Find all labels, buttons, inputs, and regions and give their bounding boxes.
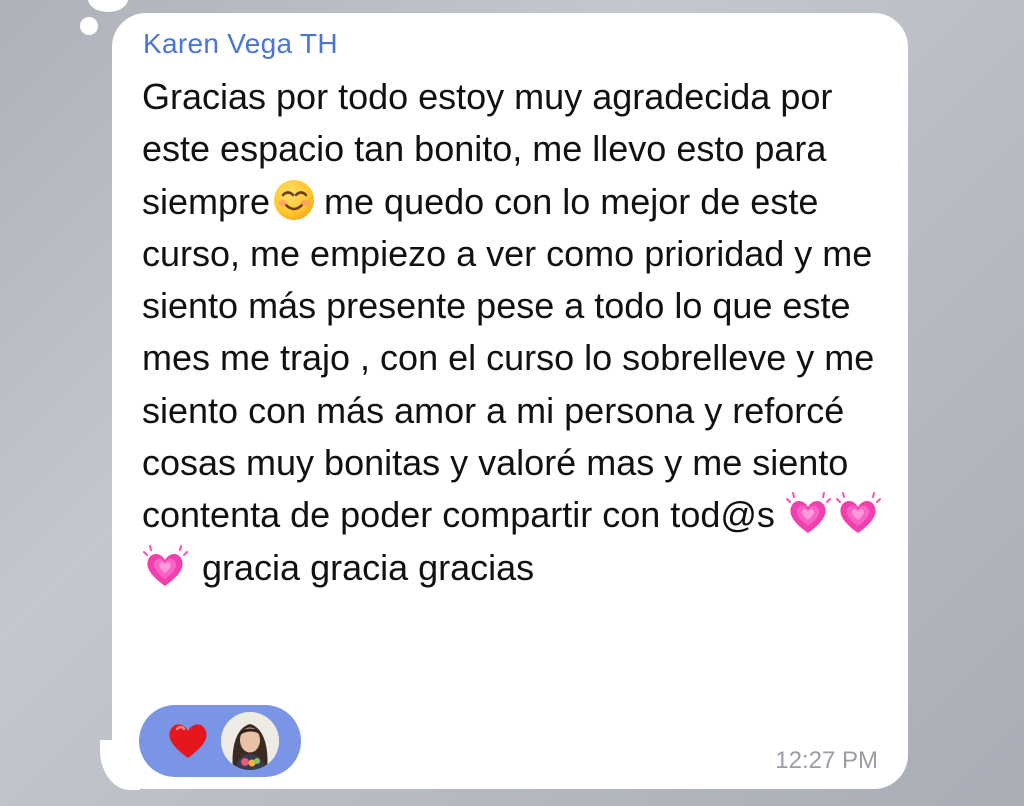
growing-heart-icon xyxy=(785,491,831,537)
growing-heart-icon xyxy=(142,544,188,590)
message-text-part-2: me quedo con lo mejor de este curso, me … xyxy=(142,180,885,536)
avatar[interactable] xyxy=(221,712,279,770)
red-heart-icon xyxy=(165,717,211,763)
smiling-face-icon xyxy=(272,178,316,222)
message-text-part-3: gracia gracia gracias xyxy=(202,546,535,588)
message-timestamp: 12:27 PM xyxy=(775,747,878,774)
message-text: Gracias por todo estoy muy agradecida po… xyxy=(142,71,892,594)
reaction-pill[interactable] xyxy=(139,705,301,777)
bubble-tail-dot-small xyxy=(80,17,98,35)
message-bubble[interactable]: Karen Vega TH Gracias por todo estoy muy… xyxy=(112,13,908,789)
growing-heart-icon xyxy=(835,491,881,537)
sender-name[interactable]: Karen Vega TH xyxy=(143,27,338,61)
bubble-tail-dot-large xyxy=(88,0,128,12)
